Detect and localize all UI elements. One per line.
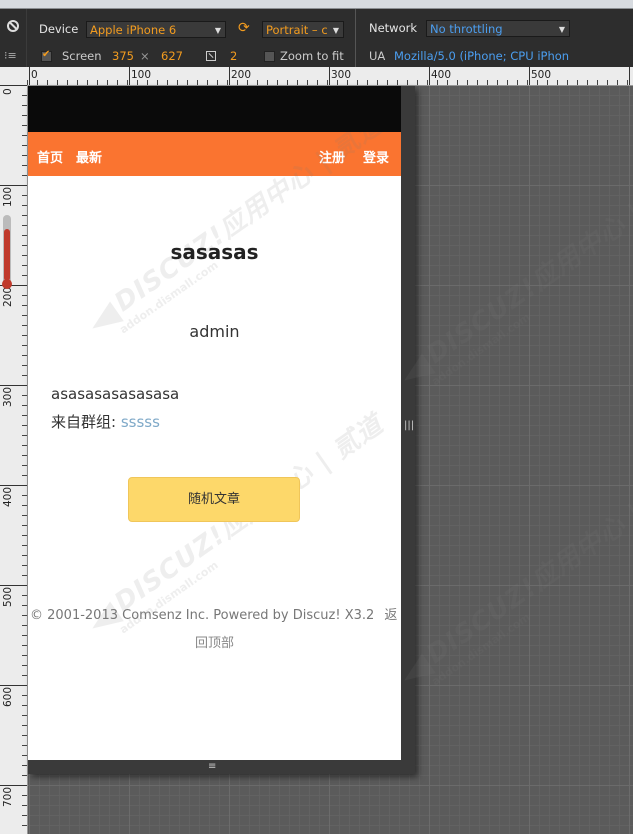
- article-author[interactable]: admin: [28, 322, 401, 341]
- network-label: Network: [369, 21, 418, 35]
- ruler-tick-label: 500: [2, 586, 14, 607]
- device-pixel-ratio-icon: [206, 51, 216, 61]
- device-screen: 首页 最新 注册 登录 DISCUZ!应用中心 | 贰道 addon.disma…: [28, 132, 401, 760]
- back-to-top-link[interactable]: 回顶部: [28, 632, 401, 651]
- grip-icon: ≡: [208, 761, 217, 772]
- emulated-device-frame: ||| ≡ 首页 最新 注册 登录 DISCUZ!应用中心 | 贰道 addon…: [28, 86, 415, 774]
- grip-icon: |||: [404, 420, 415, 431]
- ruler-corner: [0, 67, 28, 86]
- horizontal-ruler: 0 100 200 300 400 500: [27, 67, 633, 86]
- screen-times-sign: ×: [140, 49, 150, 63]
- thermometer-icon: [2, 215, 12, 289]
- disable-emulation-icon[interactable]: [7, 20, 19, 32]
- article-group: 来自群组: sssss: [51, 411, 160, 432]
- ua-label: UA: [369, 49, 386, 63]
- ruler-tick-label: 300: [2, 386, 14, 407]
- ruler-tick-label: 700: [2, 786, 14, 807]
- chevron-down-icon: ▼: [332, 26, 339, 35]
- device-pixel-ratio[interactable]: 2: [230, 49, 237, 63]
- device-status-bar: [28, 86, 401, 132]
- zoom-to-fit-checkbox[interactable]: [264, 51, 275, 62]
- ruler-tick-label: 0: [31, 69, 38, 81]
- device-select[interactable]: Apple iPhone 6 ▼: [86, 21, 226, 38]
- page-footer: © 2001-2013 Comsenz Inc. Powered by Disc…: [30, 604, 397, 623]
- vertical-ruler: 0 100 200 300 400 500 600 700: [0, 85, 28, 834]
- article-content: asasasasasasasa: [51, 385, 180, 403]
- ruler-tick-label: 600: [2, 686, 14, 707]
- device-label: Device: [39, 22, 79, 36]
- screen-label: Screen: [62, 49, 102, 63]
- ruler-tick-label: 100: [131, 69, 152, 81]
- chevron-down-icon: ▼: [558, 25, 565, 34]
- screen-checkbox[interactable]: [41, 49, 52, 62]
- nav-home-link[interactable]: 首页: [37, 147, 63, 166]
- group-prefix: 来自群组:: [51, 413, 121, 431]
- article-title: sasasas: [170, 240, 259, 264]
- screen-height[interactable]: 627: [161, 49, 183, 63]
- ruler-tick-label: 400: [2, 486, 14, 507]
- random-article-button[interactable]: 随机文章: [128, 477, 300, 522]
- zoom-to-fit-label: Zoom to fit: [280, 49, 344, 63]
- nav-latest-link[interactable]: 最新: [76, 147, 102, 166]
- ruler-tick-label: 0: [2, 88, 14, 95]
- resize-handle-bottom[interactable]: ≡: [28, 760, 415, 774]
- chevron-down-icon: ▼: [214, 26, 221, 35]
- browser-top-strip: [0, 0, 633, 9]
- ruler-tick-label: 200: [2, 286, 14, 307]
- ruler-tick-label: 100: [2, 186, 14, 207]
- orientation-select[interactable]: Portrait – c ▼: [262, 21, 344, 38]
- device-emulation-toolbar: ⁝≡ Device Apple iPhone 6 ▼ ⟳ Portrait – …: [0, 9, 633, 67]
- ruler-tick-label: 500: [531, 69, 552, 81]
- copyright-text: © 2001-2013 Comsenz Inc. Powered by Disc…: [30, 608, 375, 623]
- ruler-tick-label: 200: [231, 69, 252, 81]
- network-throttling-select[interactable]: No throttling ▼: [426, 20, 570, 37]
- ruler-tick-label: 300: [331, 69, 352, 81]
- group-link[interactable]: sssss: [121, 413, 160, 431]
- footer-back-link[interactable]: 返: [384, 608, 397, 623]
- settings-icon[interactable]: ⁝≡: [4, 49, 20, 63]
- rotate-icon[interactable]: ⟳: [238, 21, 251, 35]
- screen-width[interactable]: 375: [112, 49, 134, 63]
- user-agent-field[interactable]: Mozilla/5.0 (iPhone; CPU iPhon...: [394, 49, 570, 63]
- ruler-tick-label: 400: [431, 69, 452, 81]
